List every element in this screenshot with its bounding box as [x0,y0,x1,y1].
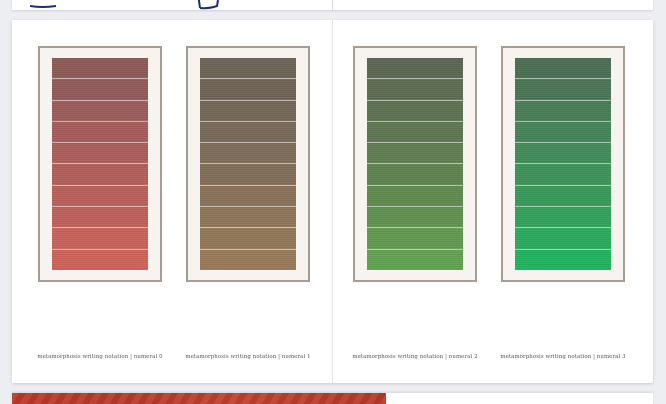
color-band [52,79,148,101]
artwork-color-bands [515,58,611,270]
framed-artwork-numeral-3 [501,46,625,282]
artwork-mat [503,48,623,280]
color-band [367,79,463,101]
color-band [52,249,148,270]
color-band [367,100,463,122]
color-band [200,164,296,186]
color-band [200,100,296,122]
color-band [52,185,148,208]
artwork-caption: metamorphosis writing notation | numeral… [352,354,478,360]
color-band [367,185,463,208]
artwork-caption: metamorphosis writing notation | numeral… [37,354,163,360]
framed-artwork-numeral-2 [353,46,477,282]
color-band [200,185,296,208]
red-artwork-image [12,393,386,404]
color-band [515,228,611,250]
color-band [515,79,611,101]
artwork-color-bands [52,58,148,270]
artwork-color-bands [200,58,296,270]
color-band [200,79,296,101]
framed-artwork-numeral-0 [38,46,162,282]
page-gutter [332,0,333,10]
page-spread[interactable]: metamorphosis writing notation | numeral… [12,20,653,383]
color-band [367,58,463,80]
artwork-mat [40,48,160,280]
color-band [367,228,463,250]
color-band [367,121,463,144]
color-band [200,58,296,80]
artwork-caption: metamorphosis writing notation | numeral… [185,354,311,360]
color-band [367,249,463,270]
previous-page-spread[interactable] [12,0,653,10]
color-band [515,207,611,229]
color-band [515,121,611,144]
color-band [367,143,463,165]
color-band [200,121,296,144]
color-band [52,100,148,122]
previous-left-page [12,0,332,10]
artwork-mat [355,48,475,280]
color-band [515,164,611,186]
color-band [52,164,148,186]
artwork-color-bands [367,58,463,270]
color-band [515,58,611,80]
viewer-canvas: metamorphosis writing notation | numeral… [0,0,666,404]
artwork-mat [188,48,308,280]
color-band [52,228,148,250]
sketch-drawing-image [29,0,219,10]
color-band [515,100,611,122]
page-gutter [332,20,333,383]
artwork-caption: metamorphosis writing notation | numeral… [500,354,626,360]
color-band [200,143,296,165]
color-band [52,58,148,80]
color-band [52,207,148,229]
color-band [200,228,296,250]
color-band [52,121,148,144]
next-page-spread[interactable] [12,393,653,404]
color-band [515,143,611,165]
framed-artwork-numeral-1 [186,46,310,282]
color-band [515,249,611,270]
color-band [200,249,296,270]
color-band [515,185,611,208]
color-band [200,207,296,229]
color-band [367,164,463,186]
color-band [52,143,148,165]
color-band [367,207,463,229]
